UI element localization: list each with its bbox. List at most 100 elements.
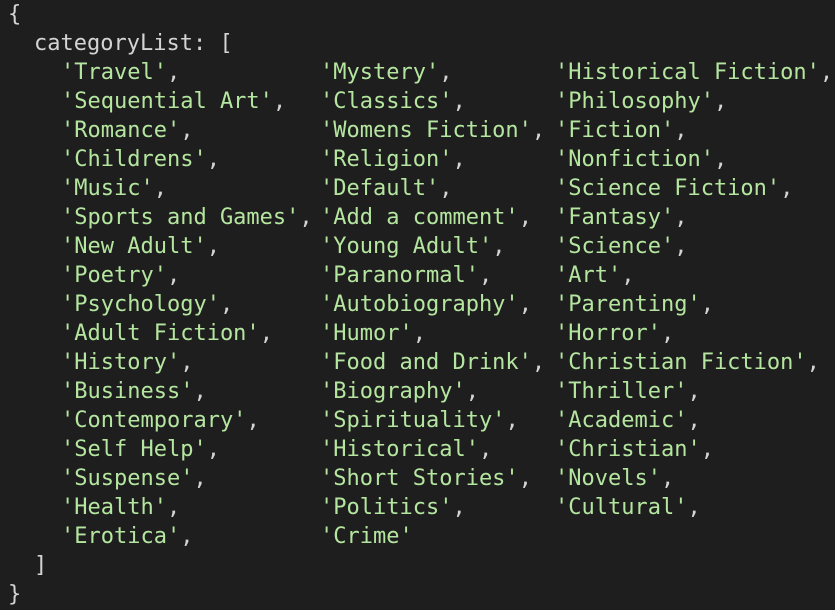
category-item: 'Short Stories', <box>320 464 532 493</box>
console-output: { categoryList: [ 'Travel', 'Sequential A… <box>0 0 835 610</box>
comma-separator: , <box>713 147 728 172</box>
category-string: 'Erotica' <box>61 524 181 549</box>
category-item: 'Poetry', <box>61 261 180 290</box>
comma-separator: , <box>439 60 453 85</box>
comma-separator: , <box>272 89 287 114</box>
comma-separator: , <box>166 263 181 288</box>
category-string: 'Food and Drink' <box>320 350 532 375</box>
category-string: 'Biography' <box>320 379 466 404</box>
category-item: 'Novels', <box>555 464 674 493</box>
comma-separator: , <box>687 379 701 404</box>
category-item: 'Health', <box>61 493 180 522</box>
category-string: 'Sports and Games' <box>61 205 300 230</box>
comma-separator: , <box>713 89 728 114</box>
category-string: 'Self Help' <box>61 437 207 462</box>
category-string: 'Sequential Art' <box>61 89 273 114</box>
comma-separator: , <box>478 437 493 462</box>
category-string: 'Science Fiction' <box>555 176 781 201</box>
comma-separator: , <box>531 118 546 143</box>
comma-separator: , <box>505 408 519 433</box>
category-item: 'Parenting', <box>555 290 714 319</box>
comma-separator: , <box>166 495 181 520</box>
category-item: 'Mystery', <box>320 58 452 87</box>
category-string: 'Christian' <box>555 437 701 462</box>
comma-separator: , <box>780 176 794 201</box>
category-item: 'Spirituality', <box>320 406 519 435</box>
category-item: 'Philosophy', <box>555 87 727 116</box>
category-string: 'Paranormal' <box>320 263 479 288</box>
category-string: 'Art' <box>555 263 622 288</box>
category-string: 'Spirituality' <box>320 408 506 433</box>
comma-separator: , <box>687 408 701 433</box>
category-item: 'Christian', <box>555 435 714 464</box>
open-brace: { <box>8 2 22 27</box>
category-item: 'Fantasy', <box>555 203 687 232</box>
category-item: 'Crime' <box>320 522 413 551</box>
comma-separator: , <box>166 60 181 85</box>
comma-separator: , <box>478 263 493 288</box>
category-item: 'Science Fiction', <box>555 174 793 203</box>
comma-separator: , <box>518 292 532 317</box>
category-string: 'Womens Fiction' <box>320 118 532 143</box>
comma-separator: , <box>193 466 207 491</box>
category-string: 'Fiction' <box>555 118 675 143</box>
category-string: 'Politics' <box>320 495 453 520</box>
category-string: 'Young Adult' <box>320 234 493 259</box>
close-brace: } <box>8 582 22 607</box>
category-string: 'Academic' <box>555 408 688 433</box>
comma-separator: , <box>193 379 207 404</box>
category-item: 'Nonfiction', <box>555 145 727 174</box>
comma-separator: , <box>700 437 714 462</box>
category-string: 'Autobiography' <box>320 292 519 317</box>
category-string: 'Horror' <box>555 321 661 346</box>
category-string: 'Humor' <box>320 321 413 346</box>
category-string: 'Short Stories' <box>320 466 519 491</box>
category-item: 'Young Adult', <box>320 232 505 261</box>
category-string: 'Travel' <box>61 60 167 85</box>
category-item: 'Food and Drink', <box>320 348 545 377</box>
comma-separator: , <box>206 234 220 259</box>
category-string: 'History' <box>61 350 181 375</box>
comma-separator: , <box>180 350 194 375</box>
comma-separator: , <box>299 205 313 230</box>
category-item: 'Sports and Games', <box>61 203 313 232</box>
category-string: 'Childrens' <box>61 147 207 172</box>
category-item: 'Add a comment', <box>320 203 532 232</box>
category-list-key: categoryList <box>34 31 193 56</box>
category-item: 'Adult Fiction', <box>61 319 273 348</box>
category-string: 'Adult Fiction' <box>61 321 260 346</box>
category-item: 'Sequential Art', <box>61 87 286 116</box>
category-string: 'Poetry' <box>61 263 167 288</box>
category-item: 'Fiction', <box>555 116 687 145</box>
category-string: 'Contemporary' <box>61 408 247 433</box>
category-string: 'Historical Fiction' <box>555 60 820 85</box>
category-item: 'Horror', <box>555 319 674 348</box>
category-item: 'Politics', <box>320 493 466 522</box>
category-string: 'Suspense' <box>61 466 194 491</box>
category-item: 'Classics', <box>320 87 466 116</box>
category-string: 'Thriller' <box>555 379 688 404</box>
category-item: 'History', <box>61 348 193 377</box>
category-item: 'Thriller', <box>555 377 701 406</box>
category-item: 'Erotica', <box>61 522 193 551</box>
comma-separator: , <box>660 466 675 491</box>
comma-separator: , <box>180 118 194 143</box>
comma-separator: , <box>806 350 820 375</box>
category-item: 'New Adult', <box>61 232 220 261</box>
category-string: 'Science' <box>555 234 675 259</box>
comma-separator: , <box>674 205 688 230</box>
category-string: 'New Adult' <box>61 234 207 259</box>
category-string: 'Religion' <box>320 147 453 172</box>
category-item: 'Romance', <box>61 116 193 145</box>
category-string: 'Cultural' <box>555 495 688 520</box>
comma-separator: , <box>700 292 714 317</box>
category-string: 'Default' <box>320 176 440 201</box>
close-bracket: ] <box>34 553 48 578</box>
category-item: 'Autobiography', <box>320 290 532 319</box>
category-string: 'Christian Fiction' <box>555 350 807 375</box>
comma-separator: , <box>439 176 453 201</box>
category-string: 'Music' <box>61 176 154 201</box>
category-item: 'Psychology', <box>61 290 233 319</box>
category-string: 'Classics' <box>320 89 453 114</box>
comma-separator: , <box>259 321 273 346</box>
